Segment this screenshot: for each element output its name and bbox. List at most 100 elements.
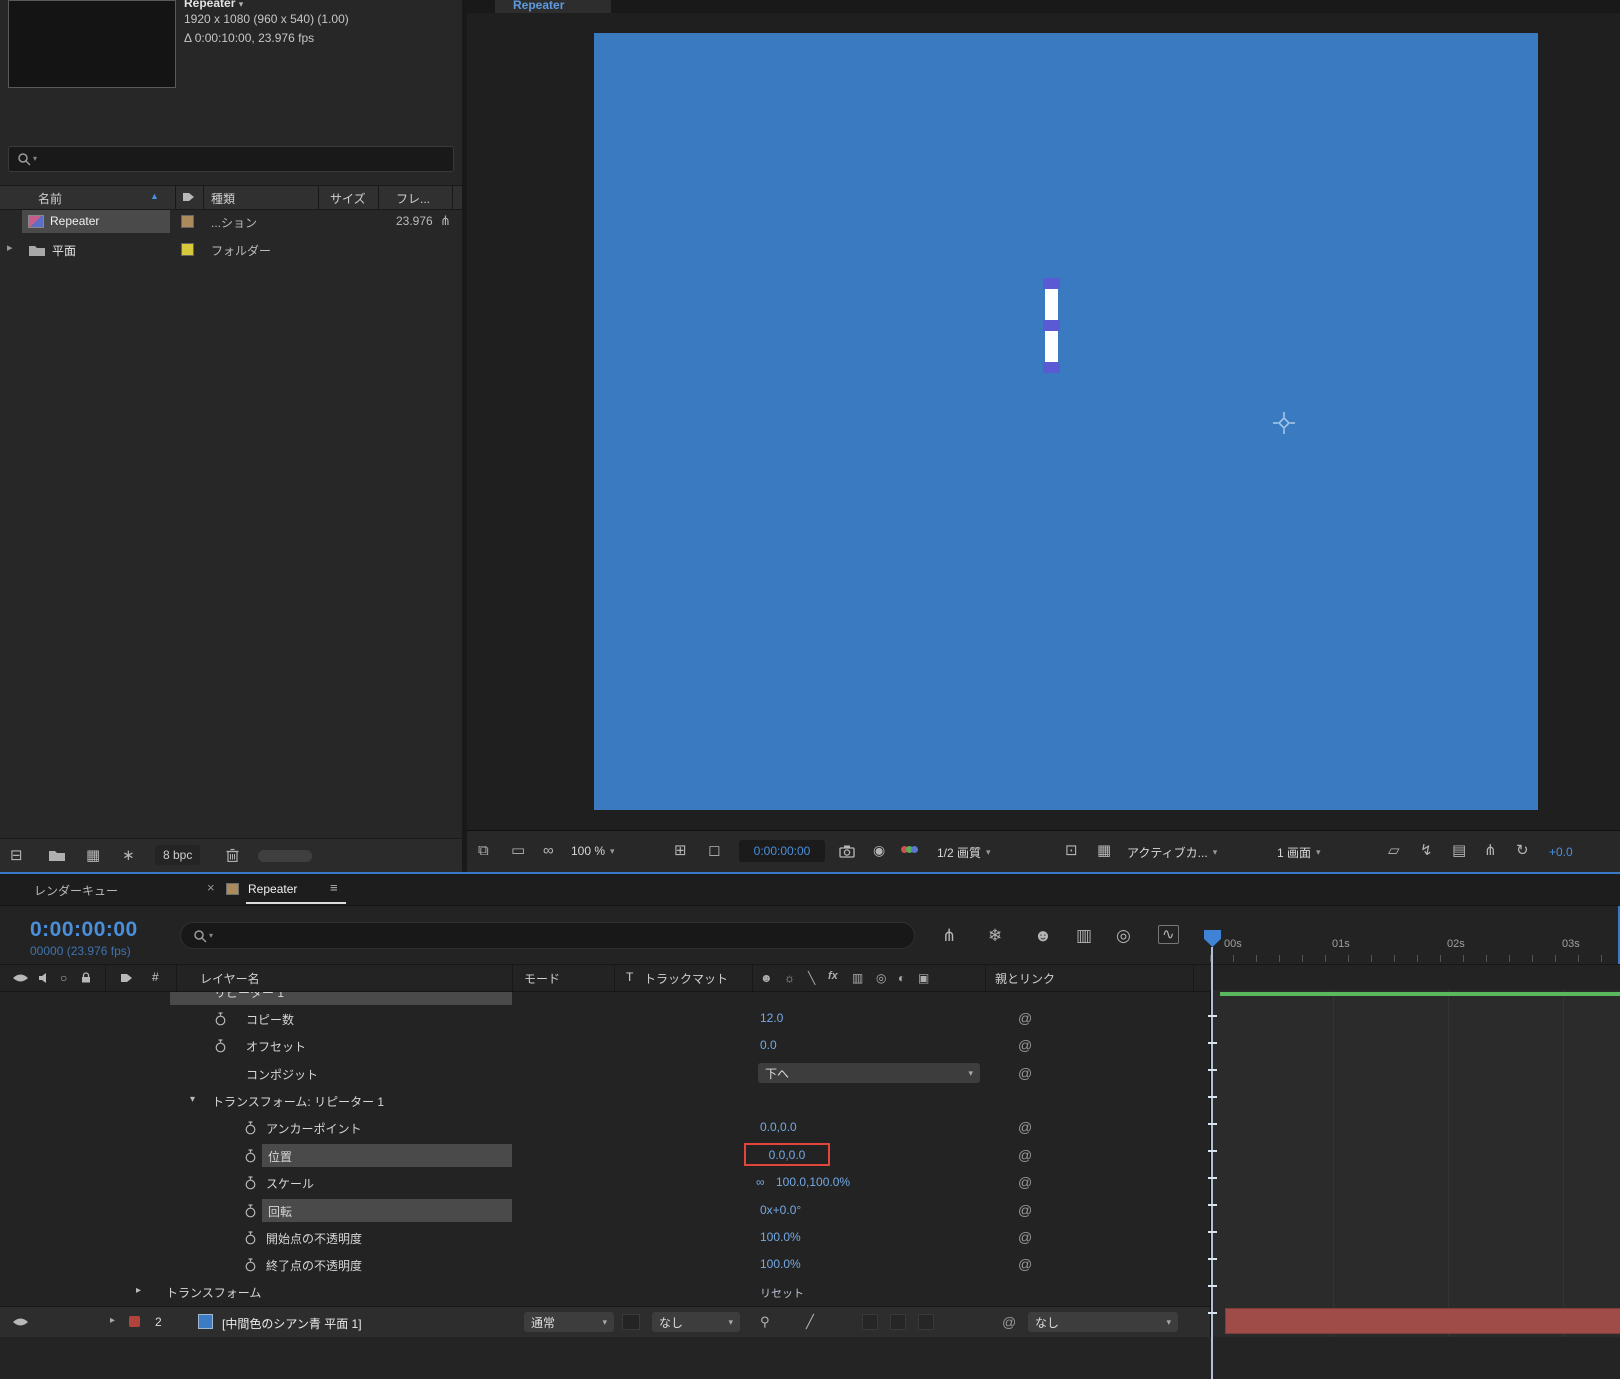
column-size[interactable]: サイズ xyxy=(330,190,366,207)
timeline-search-input[interactable]: ▾ xyxy=(180,922,915,949)
column-layer-name[interactable]: レイヤー名 xyxy=(200,970,260,987)
reset-link[interactable]: リセット xyxy=(760,1285,804,1301)
layer-label-color[interactable] xyxy=(129,1316,140,1327)
group-label[interactable]: トランスフォーム: リピーター 1 xyxy=(212,1093,384,1110)
property-label[interactable]: 回転 xyxy=(268,1203,292,1220)
layer-name[interactable]: [中間色のシアン青 平面 1] xyxy=(222,1315,362,1332)
fast-previews-icon[interactable]: ↯ xyxy=(1420,843,1433,858)
parent-dropdown[interactable]: なし ▾ xyxy=(1028,1312,1178,1332)
quality-switch[interactable]: ╱ xyxy=(806,1315,814,1328)
property-value[interactable]: 100.0,100.0% xyxy=(776,1175,850,1189)
pick-whip-icon[interactable]: @ xyxy=(1018,1065,1032,1081)
pick-whip-icon[interactable]: @ xyxy=(1018,1147,1032,1163)
composition-canvas[interactable] xyxy=(594,33,1538,810)
property-label[interactable]: オフセット xyxy=(246,1038,306,1055)
property-value[interactable]: 100.0% xyxy=(760,1257,801,1271)
comp-flowchart-icon[interactable]: ⋔ xyxy=(1484,843,1497,858)
comp-mini-flowchart-toggle[interactable]: ⋔ xyxy=(942,927,956,944)
interpret-footage-icon[interactable]: ⊟ xyxy=(10,848,23,863)
property-value[interactable]: 0.0,0.0 xyxy=(760,1120,797,1134)
comp-title[interactable]: Repeater ▾ xyxy=(184,0,243,10)
preserve-transparency-cell[interactable] xyxy=(622,1314,640,1330)
stopwatch-icon[interactable] xyxy=(244,1231,257,1245)
solid-color-swatch[interactable] xyxy=(198,1314,213,1329)
resolution-dropdown[interactable]: 1/2 画質 ▾ xyxy=(937,844,991,861)
property-value[interactable]: 100.0% xyxy=(760,1230,801,1244)
property-label[interactable]: アンカーポイント xyxy=(266,1120,362,1137)
audio-icon[interactable] xyxy=(38,972,50,984)
motion-blur-cell[interactable] xyxy=(890,1314,906,1330)
column-mode[interactable]: モード xyxy=(524,970,560,987)
pick-whip-icon[interactable]: @ xyxy=(1018,1010,1032,1026)
timeline-button-icon[interactable]: ▤ xyxy=(1452,843,1466,858)
magnification-dropdown[interactable]: 100 % ▾ xyxy=(571,844,615,858)
show-snapshot-icon[interactable]: ◉ xyxy=(873,843,885,857)
blend-mode-dropdown[interactable]: 通常 ▾ xyxy=(524,1312,614,1332)
frame-blending-toggle[interactable]: ▥ xyxy=(1076,927,1092,944)
work-area-bar[interactable] xyxy=(1220,992,1620,996)
motion-blur-toggle[interactable]: ◎ xyxy=(1116,927,1131,944)
hide-shy-layers-toggle[interactable]: ☻ xyxy=(1034,927,1052,944)
stopwatch-icon[interactable] xyxy=(214,1012,227,1026)
project-row-repeater[interactable]: Repeater ...ション 23.976 ⋔ xyxy=(0,208,462,236)
panel-menu-icon[interactable]: ≡ xyxy=(330,881,338,894)
column-parent-link[interactable]: 親とリンク xyxy=(995,970,1055,987)
tab-comp-repeater[interactable]: Repeater xyxy=(248,882,297,896)
footer-scrollbar-thumb[interactable] xyxy=(258,850,312,862)
reset-exposure-icon[interactable]: ↻ xyxy=(1516,843,1529,858)
tab-render-queue[interactable]: レンダーキュー xyxy=(34,882,118,899)
anchor-point-gizmo[interactable] xyxy=(1272,411,1296,435)
view-layout-dropdown[interactable]: 1 画面 ▾ xyxy=(1277,844,1321,861)
property-label[interactable]: 終了点の不透明度 xyxy=(266,1257,362,1274)
pixel-aspect-icon[interactable]: ▱ xyxy=(1388,843,1400,858)
column-frame[interactable]: フレ... xyxy=(396,190,430,207)
display-icon[interactable]: ▭ xyxy=(511,843,525,858)
property-value[interactable]: 0.0,0.0 xyxy=(769,1148,806,1162)
close-tab-icon[interactable]: × xyxy=(207,881,215,894)
expand-chevron-icon[interactable]: ▸ xyxy=(136,1286,141,1296)
draft-3d-toggle[interactable]: ❄ xyxy=(988,927,1002,944)
frame-blend-cell[interactable] xyxy=(862,1314,878,1330)
composite-dropdown[interactable]: 下へ ▾ xyxy=(758,1063,980,1083)
time-ruler[interactable]: 00s 01s 02s 03s xyxy=(1210,914,1620,962)
new-composition-icon[interactable]: ▦ xyxy=(86,848,100,863)
pick-whip-icon[interactable]: @ xyxy=(1018,1202,1032,1218)
grid-options-icon[interactable]: ⊞ xyxy=(674,843,687,858)
label-color-swatch[interactable] xyxy=(181,243,194,256)
property-label[interactable]: コピー数 xyxy=(246,1011,294,1028)
track-matte-dropdown[interactable]: なし ▾ xyxy=(652,1312,740,1332)
graph-editor-toggle[interactable]: ∿ xyxy=(1158,925,1179,944)
group-label[interactable]: リピーター 1 xyxy=(214,992,284,1001)
collapse-transformations-switch[interactable]: ⚲ xyxy=(760,1315,770,1328)
project-row-folder[interactable]: ▸ 平面 フォルダー xyxy=(0,236,462,264)
property-value[interactable]: 12.0 xyxy=(760,1011,783,1025)
stopwatch-icon[interactable] xyxy=(244,1121,257,1135)
property-label[interactable]: 位置 xyxy=(268,1148,292,1165)
camera-view-dropdown[interactable]: アクティブカ... ▾ xyxy=(1127,844,1217,861)
transparency-grid-icon[interactable]: ▦ xyxy=(1097,843,1111,858)
stopwatch-icon[interactable] xyxy=(244,1258,257,1272)
channels-icon[interactable] xyxy=(901,846,918,853)
column-name[interactable]: 名前 xyxy=(38,190,62,207)
property-group-repeater-row[interactable]: リピーター 1 xyxy=(0,992,1210,1005)
constrain-proportions-link-icon[interactable]: ∞ xyxy=(756,1176,765,1188)
eye-icon[interactable] xyxy=(12,973,29,983)
selection-handle-top[interactable] xyxy=(1043,278,1060,289)
3d-layer-cell[interactable] xyxy=(918,1314,934,1330)
new-folder-icon[interactable] xyxy=(48,849,66,862)
pick-whip-icon[interactable]: @ xyxy=(1018,1256,1032,1272)
expand-chevron-icon[interactable]: ▸ xyxy=(7,243,13,254)
property-label[interactable]: コンポジット xyxy=(246,1066,318,1083)
stopwatch-icon[interactable] xyxy=(214,1039,227,1053)
search-options-chevron-icon[interactable]: ▾ xyxy=(209,932,213,940)
comp-usage-icon[interactable]: ⋔ xyxy=(440,214,451,227)
mask-visibility-icon[interactable]: ◻ xyxy=(708,843,720,858)
layer-row-solid[interactable]: ▸ 2 [中間色のシアン青 平面 1] 通常 ▾ なし ▾ ⚲ ╱ @ なし ▾ xyxy=(0,1306,1210,1337)
expand-chevron-icon[interactable]: ▸ xyxy=(110,1316,115,1326)
adjust-wand-icon[interactable]: ∗ xyxy=(122,848,135,863)
property-value[interactable]: 0x+0.0° xyxy=(760,1203,801,1217)
solo-icon[interactable]: ○ xyxy=(60,971,67,985)
current-time-display[interactable]: 0:00:00:00 xyxy=(30,918,138,942)
channel-glasses-icon[interactable]: ∞ xyxy=(543,843,554,858)
snapshot-camera-icon[interactable] xyxy=(839,845,855,858)
